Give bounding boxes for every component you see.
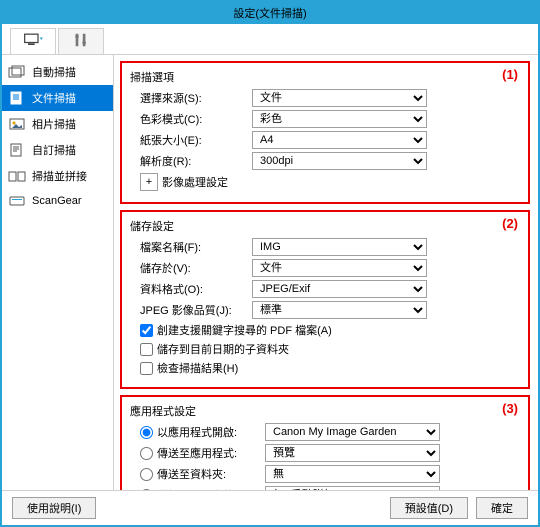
label-pdf-keyword: 創建支援關鍵字搜尋的 PDF 檔案(A) xyxy=(157,322,332,338)
tools-icon xyxy=(71,32,91,51)
sidebar-item-stitch[interactable]: 掃描並拼接 xyxy=(2,163,113,189)
section-header: 掃描選項 xyxy=(130,69,520,85)
scangear-icon xyxy=(8,194,26,208)
label-open-app: 以應用程式開啟: xyxy=(157,424,265,440)
tab-scan-to-pc[interactable] xyxy=(10,28,56,54)
document-icon xyxy=(8,91,26,105)
custom-icon xyxy=(8,143,26,157)
radio-send-app[interactable] xyxy=(140,447,153,460)
stitch-icon xyxy=(8,169,26,183)
section-number: (3) xyxy=(502,401,518,416)
sidebar-label: 掃描並拼接 xyxy=(32,168,87,184)
label-quality: JPEG 影像品質(J): xyxy=(130,302,252,318)
section-number: (1) xyxy=(502,67,518,82)
checkbox-review[interactable] xyxy=(140,362,153,375)
select-resolution[interactable]: 300dpi xyxy=(252,152,427,170)
sidebar-item-photo[interactable]: 相片掃描 xyxy=(2,111,113,137)
select-quality[interactable]: 標準 xyxy=(252,301,427,319)
defaults-button[interactable]: 預設值(D) xyxy=(390,497,468,519)
footer: 使用說明(I) 預設值(D) 確定 xyxy=(2,490,538,525)
label-send-app: 傳送至應用程式: xyxy=(157,445,265,461)
tab-settings[interactable] xyxy=(58,28,104,54)
sidebar-label: 自訂掃描 xyxy=(32,142,76,158)
select-saveto[interactable]: 文件 xyxy=(252,259,427,277)
select-email[interactable]: 無 (手動附加) xyxy=(265,486,440,490)
label-subfolder: 儲存到目前日期的子資料夾 xyxy=(157,341,289,357)
select-send-folder[interactable]: 無 xyxy=(265,465,440,483)
sidebar-label: 相片掃描 xyxy=(32,116,76,132)
top-tabs xyxy=(2,24,538,55)
label-saveto: 儲存於(V): xyxy=(130,260,252,276)
select-format[interactable]: JPEG/Exif xyxy=(252,280,427,298)
section-header: 儲存設定 xyxy=(130,218,520,234)
help-button[interactable]: 使用說明(I) xyxy=(12,497,96,519)
radio-send-folder[interactable] xyxy=(140,468,153,481)
checkbox-pdf-keyword[interactable] xyxy=(140,324,153,337)
section-header: 應用程式設定 xyxy=(130,403,520,419)
label-color: 色彩模式(C): xyxy=(130,111,252,127)
select-color[interactable]: 彩色 xyxy=(252,110,427,128)
label-format: 資料格式(O): xyxy=(130,281,252,297)
section-app-settings: (3) 應用程式設定 以應用程式開啟:Canon My Image Garden… xyxy=(120,395,530,490)
section-scan-options: (1) 掃描選項 選擇來源(S):文件 色彩模式(C):彩色 紙張大小(E):A… xyxy=(120,61,530,204)
select-filename[interactable]: IMG xyxy=(252,238,427,256)
label-paper: 紙張大小(E): xyxy=(130,132,252,148)
select-paper[interactable]: A4 xyxy=(252,131,427,149)
select-send-app[interactable]: 預覽 xyxy=(265,444,440,462)
sidebar-item-custom[interactable]: 自訂掃描 xyxy=(2,137,113,163)
label-resolution: 解析度(R): xyxy=(130,153,252,169)
sidebar-item-auto[interactable]: 自動掃描 xyxy=(2,59,113,85)
select-open-app[interactable]: Canon My Image Garden xyxy=(265,423,440,441)
section-number: (2) xyxy=(502,216,518,231)
sidebar: 自動掃描 文件掃描 相片掃描 自訂掃描 掃描並拼接 ScanGear xyxy=(2,55,114,490)
checkbox-subfolder[interactable] xyxy=(140,343,153,356)
sidebar-label: 文件掃描 xyxy=(32,90,76,106)
expand-button[interactable]: + xyxy=(140,173,158,191)
section-save-settings: (2) 儲存設定 檔案名稱(F):IMG 儲存於(V):文件 資料格式(O):J… xyxy=(120,210,530,389)
auto-icon xyxy=(8,65,26,79)
radio-open-app[interactable] xyxy=(140,426,153,439)
sidebar-item-document[interactable]: 文件掃描 xyxy=(2,85,113,111)
select-source[interactable]: 文件 xyxy=(252,89,427,107)
label-source: 選擇來源(S): xyxy=(130,90,252,106)
label-imgproc: 影像處理設定 xyxy=(162,174,228,190)
photo-icon xyxy=(8,117,26,131)
label-email: 附加至電子郵件: xyxy=(157,487,265,490)
ok-button[interactable]: 確定 xyxy=(476,497,528,519)
sidebar-item-scangear[interactable]: ScanGear xyxy=(2,189,113,213)
window-title: 設定(文件掃描) xyxy=(2,2,538,24)
label-send-folder: 傳送至資料夾: xyxy=(157,466,265,482)
sidebar-label: 自動掃描 xyxy=(32,64,76,80)
label-review: 檢查掃描結果(H) xyxy=(157,360,238,376)
sidebar-label: ScanGear xyxy=(32,195,82,207)
label-filename: 檔案名稱(F): xyxy=(130,239,252,255)
monitor-icon xyxy=(23,32,43,51)
radio-email[interactable] xyxy=(140,489,153,491)
